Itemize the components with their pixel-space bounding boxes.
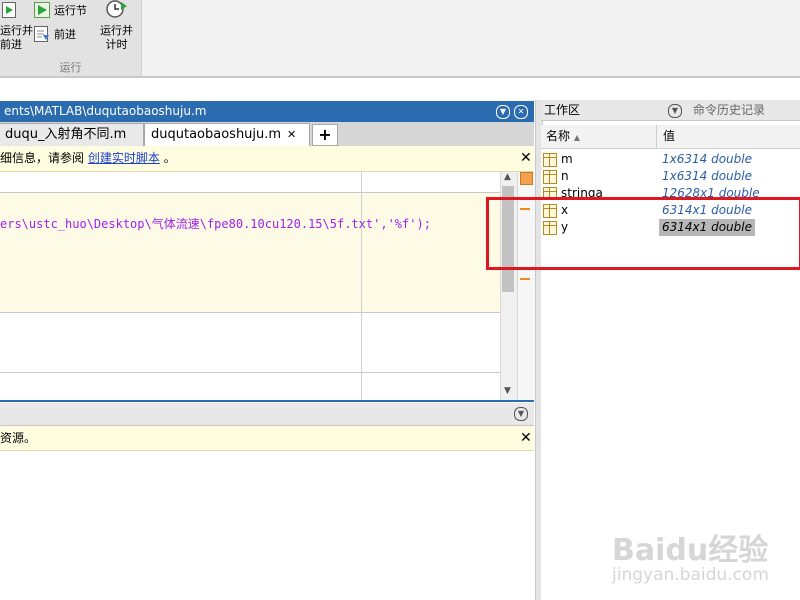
toolbar-gap [0,78,800,100]
run-section-icon [34,2,50,18]
editor-close-button[interactable]: ✕ [514,105,528,119]
advance-label: 前进 [54,28,76,41]
variable-value: 1x6314 double [662,152,752,166]
create-live-script-link[interactable]: 创建实时脚本 [88,151,160,165]
code-divider [361,172,362,400]
tab-label: duqutaobaoshuju.m [151,127,282,142]
advance-button[interactable]: 前进 [34,26,94,44]
variable-icon [543,187,557,197]
code-cell-row [0,313,500,373]
command-info-bar: 资源。 ✕ [0,426,534,451]
command-window-titlebar: ▼ [0,403,534,426]
editor-tabbar: duqu_入射角不同.m duqutaobaoshuju.m ✕ + [0,122,534,147]
workspace-row-stringa[interactable]: stringa 12628x1 double [541,185,800,197]
tab-duqutaobaoshuju[interactable]: duqutaobaoshuju.m ✕ [144,123,310,147]
code-line: ers\ustc_huo\Desktop\气体流速\fpe80.10cu120.… [0,215,431,232]
info-text: 细信息，请参阅 创建实时脚本 。 [0,146,176,171]
run-section-label: 运行节 [54,4,87,17]
editor-menu-button[interactable]: ▼ [496,105,510,119]
variable-name: n [561,169,569,183]
variable-value: 1x6314 double [662,169,752,183]
warning-marker[interactable] [520,278,530,280]
run-group-label: 运行 [59,61,82,74]
column-divider [656,125,657,148]
command-window-body[interactable] [0,451,534,600]
variable-icon [543,153,557,167]
run-time-label: 运行并 计时 [100,24,133,51]
workspace-header: 工作区 ▼ 命令历史记录 [541,100,800,121]
editor-info-bar: 细信息，请参阅 创建实时脚本 。 ✕ [0,146,534,172]
code-string-tail: ,'%f'); [380,217,431,231]
workspace-row-n[interactable]: n 1x6314 double [541,168,800,185]
command-menu-button[interactable]: ▼ [514,407,528,421]
tab-close-icon[interactable]: ✕ [287,124,296,146]
watermark-logo: Baidu经验 [612,533,769,568]
scroll-down-icon[interactable]: ▼ [504,386,511,396]
run-advance-label: 运行并 前进 [0,24,33,51]
code-cell-row [0,172,500,193]
variable-value: 12628x1 double [662,186,760,197]
clock-icon [104,0,128,20]
workspace-row-m[interactable]: m 1x6314 double [541,151,800,168]
workspace-column-header: 名称 ▲ 值 [541,125,800,149]
column-name-header[interactable]: 名称 ▲ [546,125,580,149]
workspace-menu-button[interactable]: ▼ [668,104,682,118]
warning-indicator-icon[interactable] [520,172,533,185]
annotation-highlight-box [486,197,800,270]
code-cell-row [0,373,500,400]
info-end: 。 [163,151,176,165]
run-advance-icon [2,2,18,18]
info-close-icon[interactable]: ✕ [520,151,532,165]
editor-title: ents\MATLAB\duqutaobaoshuju.m [4,104,207,118]
ribbon-empty-area [142,0,800,77]
run-section-button[interactable]: 运行节 [34,2,94,20]
watermark-url: jingyan.baidu.com [612,565,769,585]
variable-icon [543,170,557,184]
tab-duqu-rushejiao[interactable]: duqu_入射角不同.m [0,123,144,146]
info-message: 细信息，请参阅 [0,151,85,165]
run-time-button[interactable]: 运行并 计时 [98,0,138,58]
tab-label: duqu_入射角不同.m [5,127,127,142]
editor-bottom-border [0,400,534,402]
code-string: ers\ustc_huo\Desktop\气体流速\fpe80.10cu120.… [0,217,381,231]
command-info-text: 资源。 [0,431,37,445]
workspace-title[interactable]: 工作区 [544,100,580,120]
advance-icon [34,26,50,42]
run-advance-button[interactable]: 运行并 前进 [0,0,33,58]
variable-name: m [561,152,573,166]
code-cell-active [0,193,500,313]
sort-ascending-icon: ▲ [573,133,580,142]
command-info-close-icon[interactable]: ✕ [520,431,532,445]
code-area[interactable] [0,172,500,400]
editor-titlebar: ents\MATLAB\duqutaobaoshuju.m ▼ ✕ [0,101,534,122]
command-history-tab[interactable]: 命令历史记录 [693,100,765,120]
add-tab-button[interactable]: + [312,124,338,146]
column-value-header[interactable]: 值 [663,125,675,148]
baidu-jingyan-watermark: Baidu经验 jingyan.baidu.com [612,515,792,595]
column-name-label: 名称 [546,129,571,143]
scroll-up-icon[interactable]: ▲ [504,172,511,182]
variable-name: stringa [561,186,603,197]
